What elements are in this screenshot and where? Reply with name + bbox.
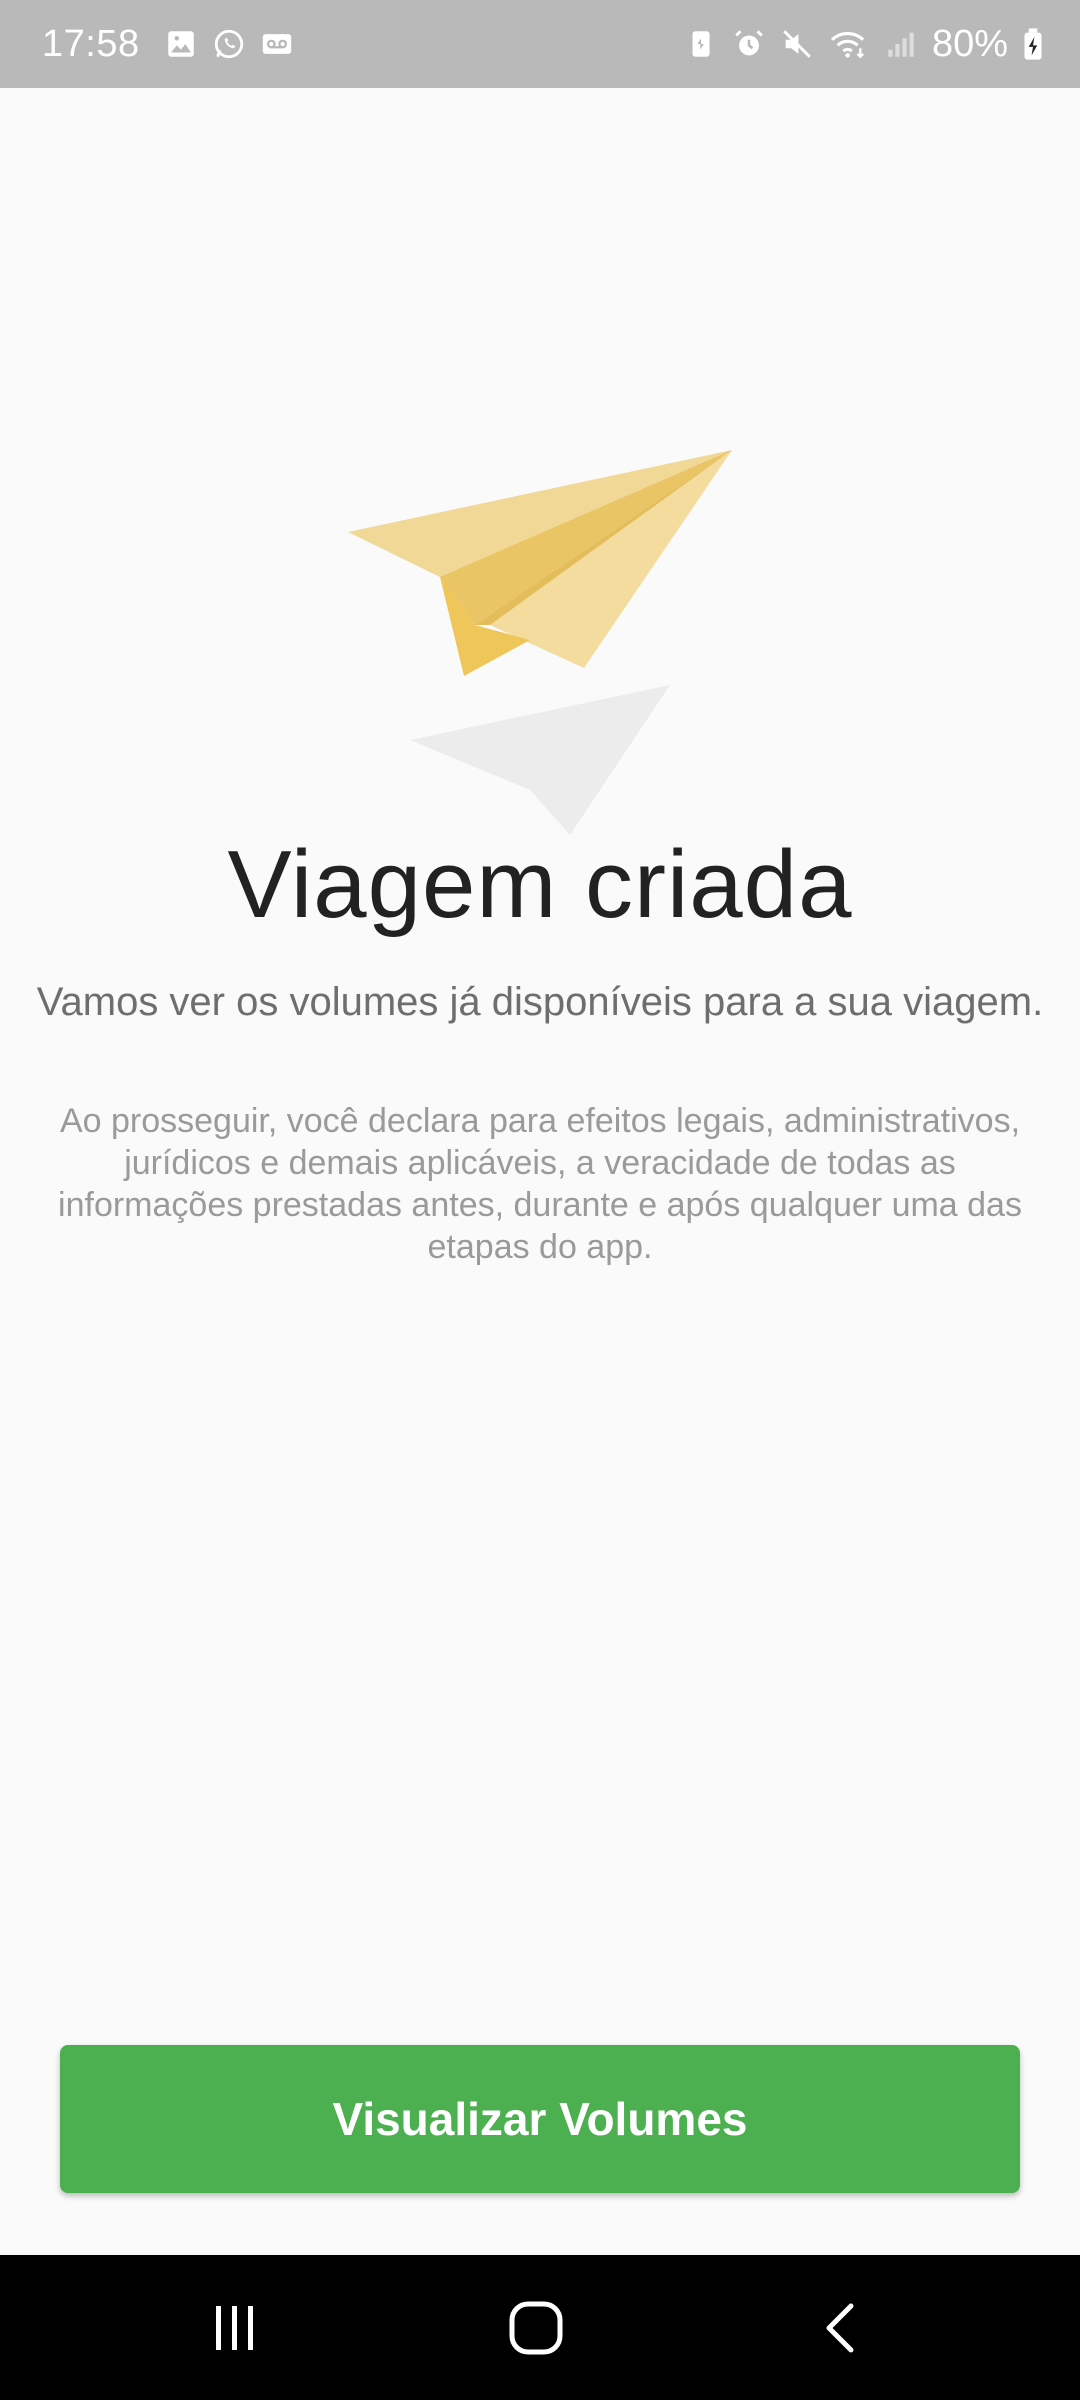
battery-percent: 80% — [931, 22, 1008, 65]
back-icon — [826, 2303, 854, 2352]
status-time: 17:58 — [42, 22, 140, 65]
home-icon — [509, 2301, 563, 2354]
back-button[interactable] — [760, 2255, 920, 2400]
battery-charging-icon — [1022, 27, 1044, 61]
alarm-icon — [732, 27, 766, 61]
signal-icon — [884, 27, 918, 61]
whatsapp-icon — [212, 27, 246, 61]
paper-plane-icon — [348, 450, 732, 835]
paper-plane-illustration — [340, 440, 750, 840]
wifi-icon — [828, 27, 870, 61]
home-button[interactable] — [456, 2255, 616, 2400]
status-left: 17:58 — [42, 0, 294, 88]
gallery-icon — [164, 27, 198, 61]
status-bar: 17:58 80% — [0, 0, 1080, 88]
system-nav-bar — [0, 2255, 1080, 2400]
battery-saver-icon — [684, 27, 718, 61]
page-subtitle: Vamos ver os volumes já disponíveis para… — [36, 980, 1044, 1024]
status-right: 80% — [684, 0, 1044, 88]
legal-disclaimer: Ao prosseguir, você declara para efeitos… — [58, 1102, 1022, 1266]
voicemail-icon — [260, 27, 294, 61]
recent-apps-button[interactable] — [155, 2255, 315, 2400]
mute-icon — [780, 27, 814, 61]
recent-apps-icon — [216, 2305, 253, 2350]
visualize-volumes-button[interactable]: Visualizar Volumes — [60, 2045, 1020, 2193]
page-title: Viagem criada — [227, 831, 853, 938]
